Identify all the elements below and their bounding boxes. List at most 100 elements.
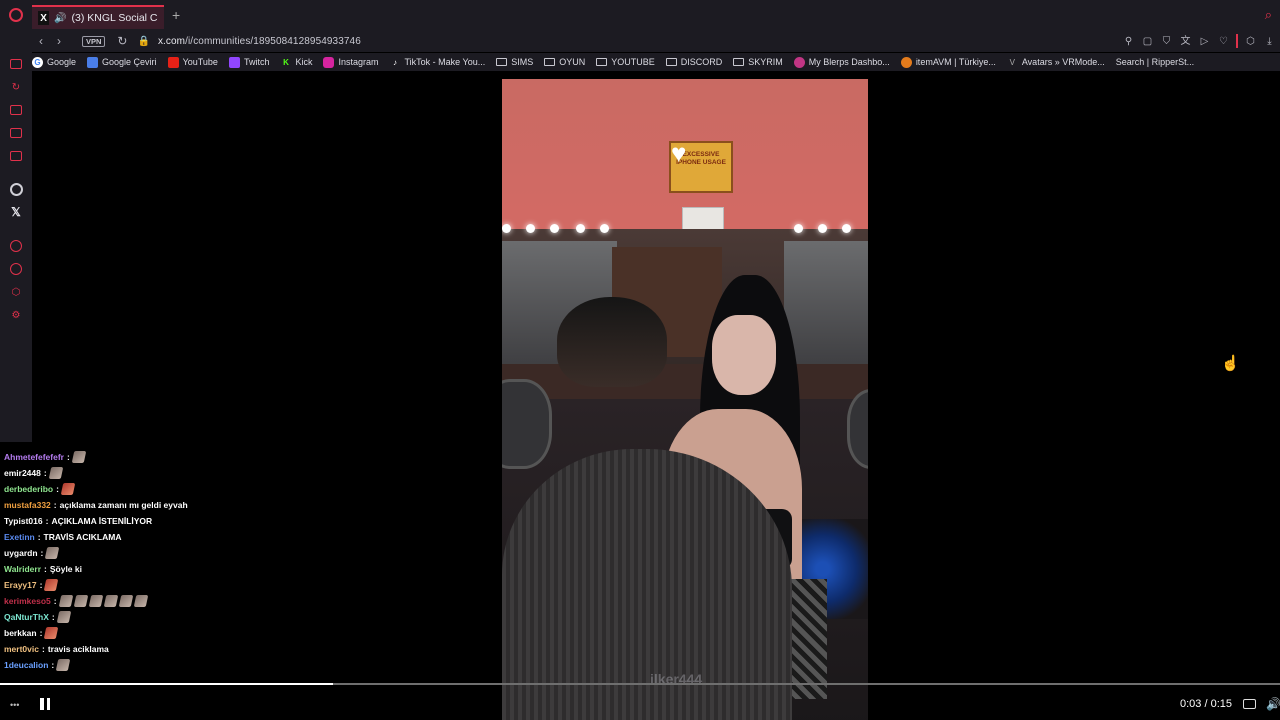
bookmark-item[interactable]: OYUN bbox=[544, 57, 585, 67]
tab-bar: X 🔊 (3) KNGL Social Comm + ⌕ bbox=[0, 0, 1280, 30]
duration: 0:15 bbox=[1210, 698, 1233, 710]
toolbar-icons: ⚲ ▢ ⛉ 文 ▷ ♡ ⬡ ⤓ bbox=[1122, 34, 1276, 48]
address-bar: ‹ › VPN ↻ 🔒 x.com/i/communities/18950841… bbox=[0, 30, 1280, 52]
bookmark-item[interactable]: SIMS bbox=[496, 57, 533, 67]
bookmark-item[interactable]: Google Çeviri bbox=[87, 56, 157, 68]
time-separator: / bbox=[1201, 698, 1211, 710]
extensions-icon[interactable]: ⬡ bbox=[1244, 35, 1257, 48]
vpn-badge[interactable]: VPN bbox=[82, 35, 106, 47]
light-bulb bbox=[576, 224, 585, 233]
bookmark-label: YouTube bbox=[182, 57, 218, 67]
speaker-icon[interactable]: 🔊 bbox=[54, 13, 66, 24]
bookmark-item[interactable]: My Blerps Dashbo... bbox=[793, 56, 890, 68]
chat-colon: : bbox=[56, 484, 59, 494]
sidebar-player-circle-icon[interactable] bbox=[9, 239, 23, 253]
sidebar-game-icon[interactable] bbox=[9, 126, 23, 140]
chat-colon: : bbox=[40, 548, 44, 558]
sidebar-extensions-icon[interactable]: ⬡ bbox=[9, 285, 23, 299]
heart-icon-overlay: ♥ bbox=[671, 138, 687, 168]
volume-icon[interactable]: 🔊 bbox=[1266, 697, 1280, 711]
chat-username[interactable]: derbederibo bbox=[4, 484, 53, 494]
tab-title: (3) KNGL Social Comm bbox=[71, 12, 158, 24]
tab-search-icon[interactable]: ⌕ bbox=[1265, 7, 1272, 23]
chat-username[interactable]: berkkan bbox=[4, 628, 37, 638]
sidebar-player-icon[interactable] bbox=[9, 149, 23, 163]
bookmark-item[interactable]: YOUTUBE bbox=[596, 57, 655, 67]
sidebar-history-icon[interactable] bbox=[9, 262, 23, 276]
chat-username[interactable]: uygardn bbox=[4, 548, 38, 558]
man-head bbox=[557, 297, 667, 387]
opera-menu-icon[interactable] bbox=[0, 0, 32, 30]
play-icon[interactable]: ▷ bbox=[1198, 35, 1211, 48]
snapshot-icon[interactable]: ▢ bbox=[1141, 35, 1154, 48]
chat-message: mert0vic: travis aciklama bbox=[4, 642, 109, 656]
chat-emote-icon bbox=[103, 595, 118, 607]
bookmark-item[interactable]: Search | RipperSt... bbox=[1116, 57, 1194, 67]
chat-message: mustafa332: açıklama zamanı mı geldi eyva… bbox=[4, 498, 188, 512]
bookmark-label: YOUTUBE bbox=[611, 57, 655, 67]
chat-emote-icon bbox=[88, 595, 103, 607]
chat-username[interactable]: mustafa332 bbox=[4, 500, 51, 510]
bookmark-label: DISCORD bbox=[680, 57, 723, 67]
yt-icon bbox=[167, 56, 179, 68]
chat-emote-icon bbox=[56, 611, 71, 623]
pause-button[interactable] bbox=[40, 698, 52, 711]
bookmark-label: My Blerps Dashbo... bbox=[808, 57, 890, 67]
sidebar-refresh-icon[interactable]: ↻ bbox=[9, 80, 23, 94]
bookmark-item[interactable]: K Kick bbox=[280, 57, 312, 68]
captions-icon[interactable] bbox=[1243, 699, 1256, 709]
chat-username[interactable]: 1deucalion bbox=[4, 660, 48, 670]
sidebar-x-icon[interactable]: 𝕏 bbox=[9, 205, 23, 219]
video-frame[interactable]: EXCESSIVE IPHONE USAGE ♥ ilker444 bbox=[502, 79, 868, 720]
chat-emote-icon bbox=[55, 659, 71, 671]
bookmark-item[interactable]: itemAVM | Türkiye... bbox=[900, 56, 996, 68]
chat-text: açıklama zamanı mı geldi eyvah bbox=[59, 500, 188, 510]
chat-username[interactable]: Walriderr bbox=[4, 564, 41, 574]
chat-username[interactable]: Typist016 bbox=[4, 516, 43, 526]
tab-active[interactable]: X 🔊 (3) KNGL Social Comm bbox=[32, 5, 164, 29]
heart-icon[interactable]: ♡ bbox=[1217, 35, 1230, 48]
url-path: /i/communities/1895084128954933746 bbox=[185, 35, 361, 47]
bookmark-item[interactable]: Twitch bbox=[228, 56, 269, 68]
sidebar-chatgpt-icon[interactable] bbox=[9, 182, 23, 196]
chat-text: travis aciklama bbox=[47, 644, 109, 654]
reload-icon[interactable]: ↻ bbox=[117, 34, 127, 48]
light-bulb bbox=[794, 224, 803, 233]
bookmark-item[interactable]: V Avatars » VRMode... bbox=[1007, 57, 1105, 68]
chat-username[interactable]: Erayy17 bbox=[4, 580, 37, 590]
shield-icon[interactable]: ⛉ bbox=[1160, 35, 1173, 48]
chat-username[interactable]: kerimkeso5 bbox=[4, 596, 51, 606]
download-icon[interactable]: ⤓ bbox=[1263, 35, 1276, 48]
chat-username[interactable]: Ahmetefefefefr bbox=[4, 452, 64, 462]
progress-fill[interactable] bbox=[0, 683, 333, 685]
chat-emote-icon bbox=[71, 451, 87, 463]
forward-icon[interactable]: › bbox=[50, 34, 68, 48]
chat-username[interactable]: mert0vic bbox=[4, 644, 39, 654]
light-bulb bbox=[842, 224, 851, 233]
chat-message: Ahmetefefefefr: bbox=[4, 450, 87, 464]
bookmark-item[interactable]: YouTube bbox=[167, 56, 218, 68]
bookmark-item[interactable]: Instagram bbox=[323, 56, 379, 68]
back-icon[interactable]: ‹ bbox=[32, 34, 50, 48]
more-dots-icon[interactable]: ••• bbox=[10, 700, 19, 710]
bookmark-add-icon[interactable]: ⚲ bbox=[1122, 35, 1135, 48]
bookmark-item[interactable]: ♪ TikTok - Make You... bbox=[390, 57, 485, 68]
chat-username[interactable]: QaNturThX bbox=[4, 612, 49, 622]
chat-username[interactable]: emir2448 bbox=[4, 468, 41, 478]
woman-face bbox=[712, 315, 776, 395]
bookmark-label: Instagram bbox=[338, 57, 379, 67]
sidebar-mail-icon[interactable] bbox=[9, 57, 23, 71]
translate-icon[interactable]: 文 bbox=[1179, 35, 1192, 48]
sidebar-settings-icon[interactable]: ⚙ bbox=[9, 308, 23, 322]
folder-icon bbox=[733, 58, 745, 66]
chat-colon: : bbox=[39, 628, 43, 638]
bookmark-item[interactable]: DISCORD bbox=[665, 57, 723, 67]
chat-emote-icon bbox=[58, 595, 73, 607]
bookmark-item[interactable]: G Google bbox=[32, 56, 76, 68]
sidebar-bag-icon[interactable] bbox=[9, 103, 23, 117]
chat-username[interactable]: Exetinn bbox=[4, 532, 35, 542]
new-tab-plus-icon[interactable]: + bbox=[172, 7, 180, 23]
bookmark-item[interactable]: SKYRIM bbox=[733, 57, 783, 67]
url-field[interactable]: x.com/i/communities/1895084128954933746 bbox=[158, 36, 361, 47]
lock-icon[interactable]: 🔒 bbox=[137, 36, 149, 47]
